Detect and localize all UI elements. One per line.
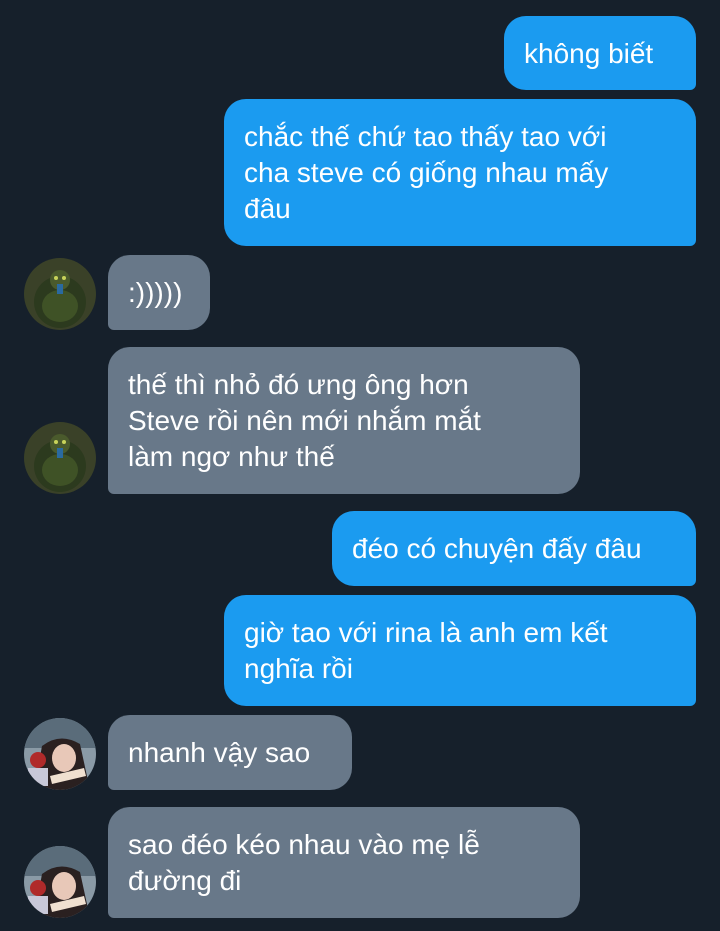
- message-bubble-incoming[interactable]: nhanh vậy sao: [108, 715, 352, 790]
- green-figure-avatar-icon: [24, 258, 96, 330]
- message-bubble-incoming[interactable]: sao đéo kéo nhau vào mẹ lễ đường đi: [108, 807, 580, 918]
- contact-avatar[interactable]: [24, 258, 96, 330]
- message-bubble-outgoing[interactable]: không biết: [504, 16, 696, 90]
- message-bubble-outgoing[interactable]: đéo có chuyện đấy đâu: [332, 511, 696, 586]
- contact-avatar[interactable]: [24, 422, 96, 494]
- contact-avatar[interactable]: [24, 846, 96, 918]
- anime-figure-avatar-icon: [24, 718, 96, 790]
- anime-figure-avatar-icon: [24, 846, 96, 918]
- message-bubble-outgoing[interactable]: giờ tao với rina là anh em kết nghĩa rồi: [224, 595, 696, 706]
- message-bubble-incoming[interactable]: :))))): [108, 255, 210, 330]
- contact-avatar[interactable]: [24, 718, 96, 790]
- green-figure-avatar-icon: [24, 422, 96, 494]
- message-bubble-incoming[interactable]: thế thì nhỏ đó ưng ông hơn Steve rồi nên…: [108, 347, 580, 494]
- message-bubble-outgoing[interactable]: chắc thế chứ tao thấy tao với cha steve …: [224, 99, 696, 246]
